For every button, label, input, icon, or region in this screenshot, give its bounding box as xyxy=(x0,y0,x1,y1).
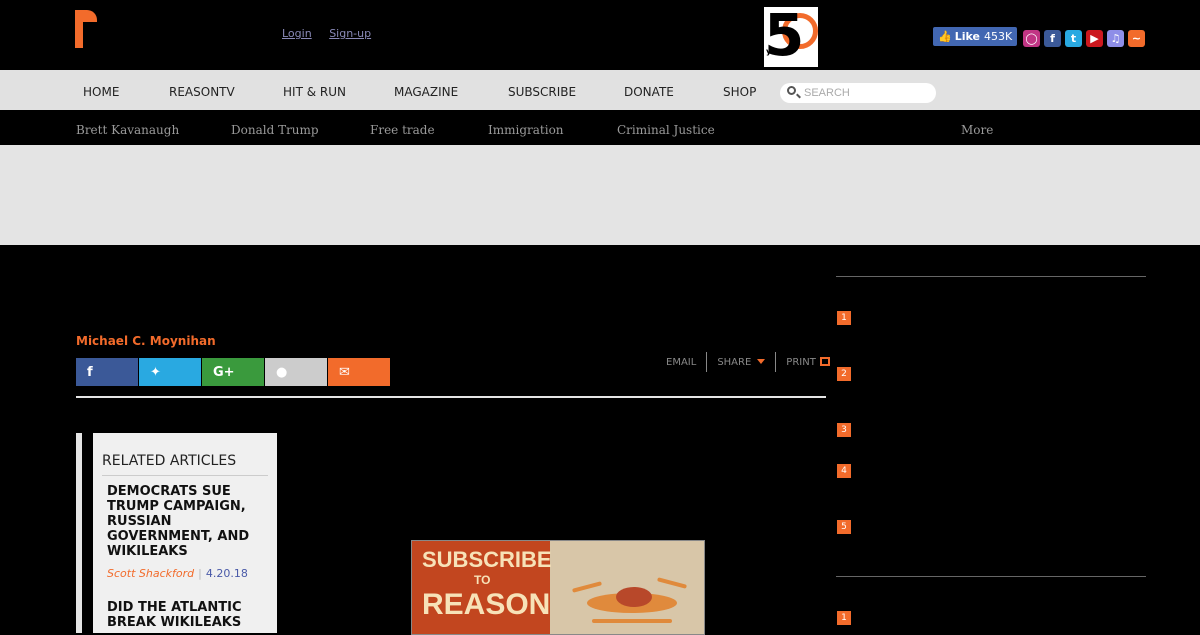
related-article-date: 4.20.18 xyxy=(205,567,248,580)
nav-reasontv[interactable]: REASONTV xyxy=(169,85,235,99)
related-article-title[interactable]: DEMOCRATS SUE TRUMP CAMPAIGN, RUSSIAN GO… xyxy=(107,484,268,559)
topic-donald-trump[interactable]: Donald Trump xyxy=(231,123,319,137)
auth-links: Login Sign-up xyxy=(282,27,385,40)
instagram-icon[interactable]: ◯ xyxy=(1023,30,1040,47)
rank-number: 1 xyxy=(837,311,851,325)
fifty-years-label: years xyxy=(766,47,791,56)
nav-subscribe[interactable]: SUBSCRIBE xyxy=(508,85,576,99)
topic-free-trade[interactable]: Free trade xyxy=(370,123,435,137)
email-link[interactable]: EMAIL xyxy=(666,357,696,368)
rank-number: 1 xyxy=(837,611,851,625)
print-label: PRINT xyxy=(786,356,816,368)
youtube-icon[interactable]: ▶ xyxy=(1086,30,1103,47)
rss-icon[interactable]: ∼ xyxy=(1128,30,1145,47)
search-input[interactable] xyxy=(804,85,929,101)
chevron-down-icon xyxy=(757,359,766,364)
divider xyxy=(76,396,826,398)
fb-like-label: Like xyxy=(954,30,980,43)
topic-more[interactable]: More xyxy=(961,123,993,137)
envelope-icon: ✉ xyxy=(339,364,350,380)
fb-like-count: 453K xyxy=(983,30,1013,43)
top-bar: Login Sign-up 5 years 👍 Like 453K ◯ f t … xyxy=(0,0,1200,70)
share-dropdown[interactable]: SHARE xyxy=(717,356,766,368)
reason-logo[interactable] xyxy=(75,10,97,48)
signup-link[interactable]: Sign-up xyxy=(329,27,371,40)
nav-hit-and-run[interactable]: HIT & RUN xyxy=(283,85,346,99)
rank-number: 4 xyxy=(837,464,851,478)
nav-home[interactable]: HOME xyxy=(83,85,119,99)
share-buttons: f ✦ G+ ● ✉ xyxy=(76,358,390,386)
search-icon[interactable] xyxy=(787,86,796,95)
rank-number: 3 xyxy=(837,423,851,437)
facebook-share-button[interactable]: f xyxy=(76,358,138,386)
fifty-years-badge: 5 years xyxy=(764,7,818,67)
google-plus-icon: G+ xyxy=(213,364,235,380)
ad-line-3: REASON xyxy=(422,588,551,621)
drone-illustration xyxy=(572,577,687,623)
share-label: SHARE xyxy=(717,356,752,368)
related-article-title[interactable]: DID THE ATLANTIC BREAK WIKILEAKS xyxy=(107,600,268,630)
topic-nav: Brett Kavanaugh Donald Trump Free trade … xyxy=(0,110,1200,145)
article-tools: EMAIL SHARE PRINT xyxy=(666,352,830,372)
topic-immigration[interactable]: Immigration xyxy=(488,123,564,137)
facebook-icon: f xyxy=(87,364,93,380)
ad-line-1: SUBSCRIBE xyxy=(422,547,552,572)
ad-banner xyxy=(0,145,1200,245)
nav-donate[interactable]: DONATE xyxy=(624,85,674,99)
facebook-icon[interactable]: f xyxy=(1044,30,1061,47)
sidebar-divider xyxy=(836,576,1146,577)
social-icons: ◯ f t ▶ ♫ ∼ xyxy=(1023,30,1145,47)
rank-number: 2 xyxy=(837,367,851,381)
twitter-icon: ✦ xyxy=(150,364,161,380)
topic-brett-kavanaugh[interactable]: Brett Kavanaugh xyxy=(76,123,179,137)
sidebar-divider xyxy=(836,276,1146,277)
reddit-share-button[interactable]: ● xyxy=(265,358,327,386)
nav-magazine[interactable]: MAGAZINE xyxy=(394,85,458,99)
related-article-author[interactable]: Scott Shackford xyxy=(107,567,194,580)
printer-icon xyxy=(819,357,830,366)
twitter-share-button[interactable]: ✦ xyxy=(139,358,201,386)
ad-line-2: TO xyxy=(474,573,491,587)
subscribe-ad[interactable]: SUBSCRIBE TO REASON xyxy=(411,540,705,635)
print-link[interactable]: PRINT xyxy=(786,357,830,368)
facebook-like-button[interactable]: 👍 Like 453K xyxy=(933,27,1018,46)
related-heading: RELATED ARTICLES xyxy=(102,453,268,476)
author-name[interactable]: Michael C. Moynihan xyxy=(76,334,216,348)
itunes-icon[interactable]: ♫ xyxy=(1107,30,1124,47)
twitter-icon[interactable]: t xyxy=(1065,30,1082,47)
thumbs-up-icon: 👍 xyxy=(938,30,952,43)
topic-criminal-justice[interactable]: Criminal Justice xyxy=(617,123,715,137)
login-link[interactable]: Login xyxy=(282,27,312,40)
nav-shop[interactable]: SHOP xyxy=(723,85,756,99)
main-nav: HOME REASONTV HIT & RUN MAGAZINE SUBSCRI… xyxy=(0,70,1200,110)
googleplus-share-button[interactable]: G+ xyxy=(202,358,264,386)
reddit-icon: ● xyxy=(276,364,288,380)
email-share-button[interactable]: ✉ xyxy=(328,358,390,386)
related-article-meta: Scott Shackford | 4.20.18 xyxy=(107,567,248,580)
rank-number: 5 xyxy=(837,520,851,534)
search-box xyxy=(780,83,936,103)
related-articles: RELATED ARTICLES DEMOCRATS SUE TRUMP CAM… xyxy=(76,433,277,633)
